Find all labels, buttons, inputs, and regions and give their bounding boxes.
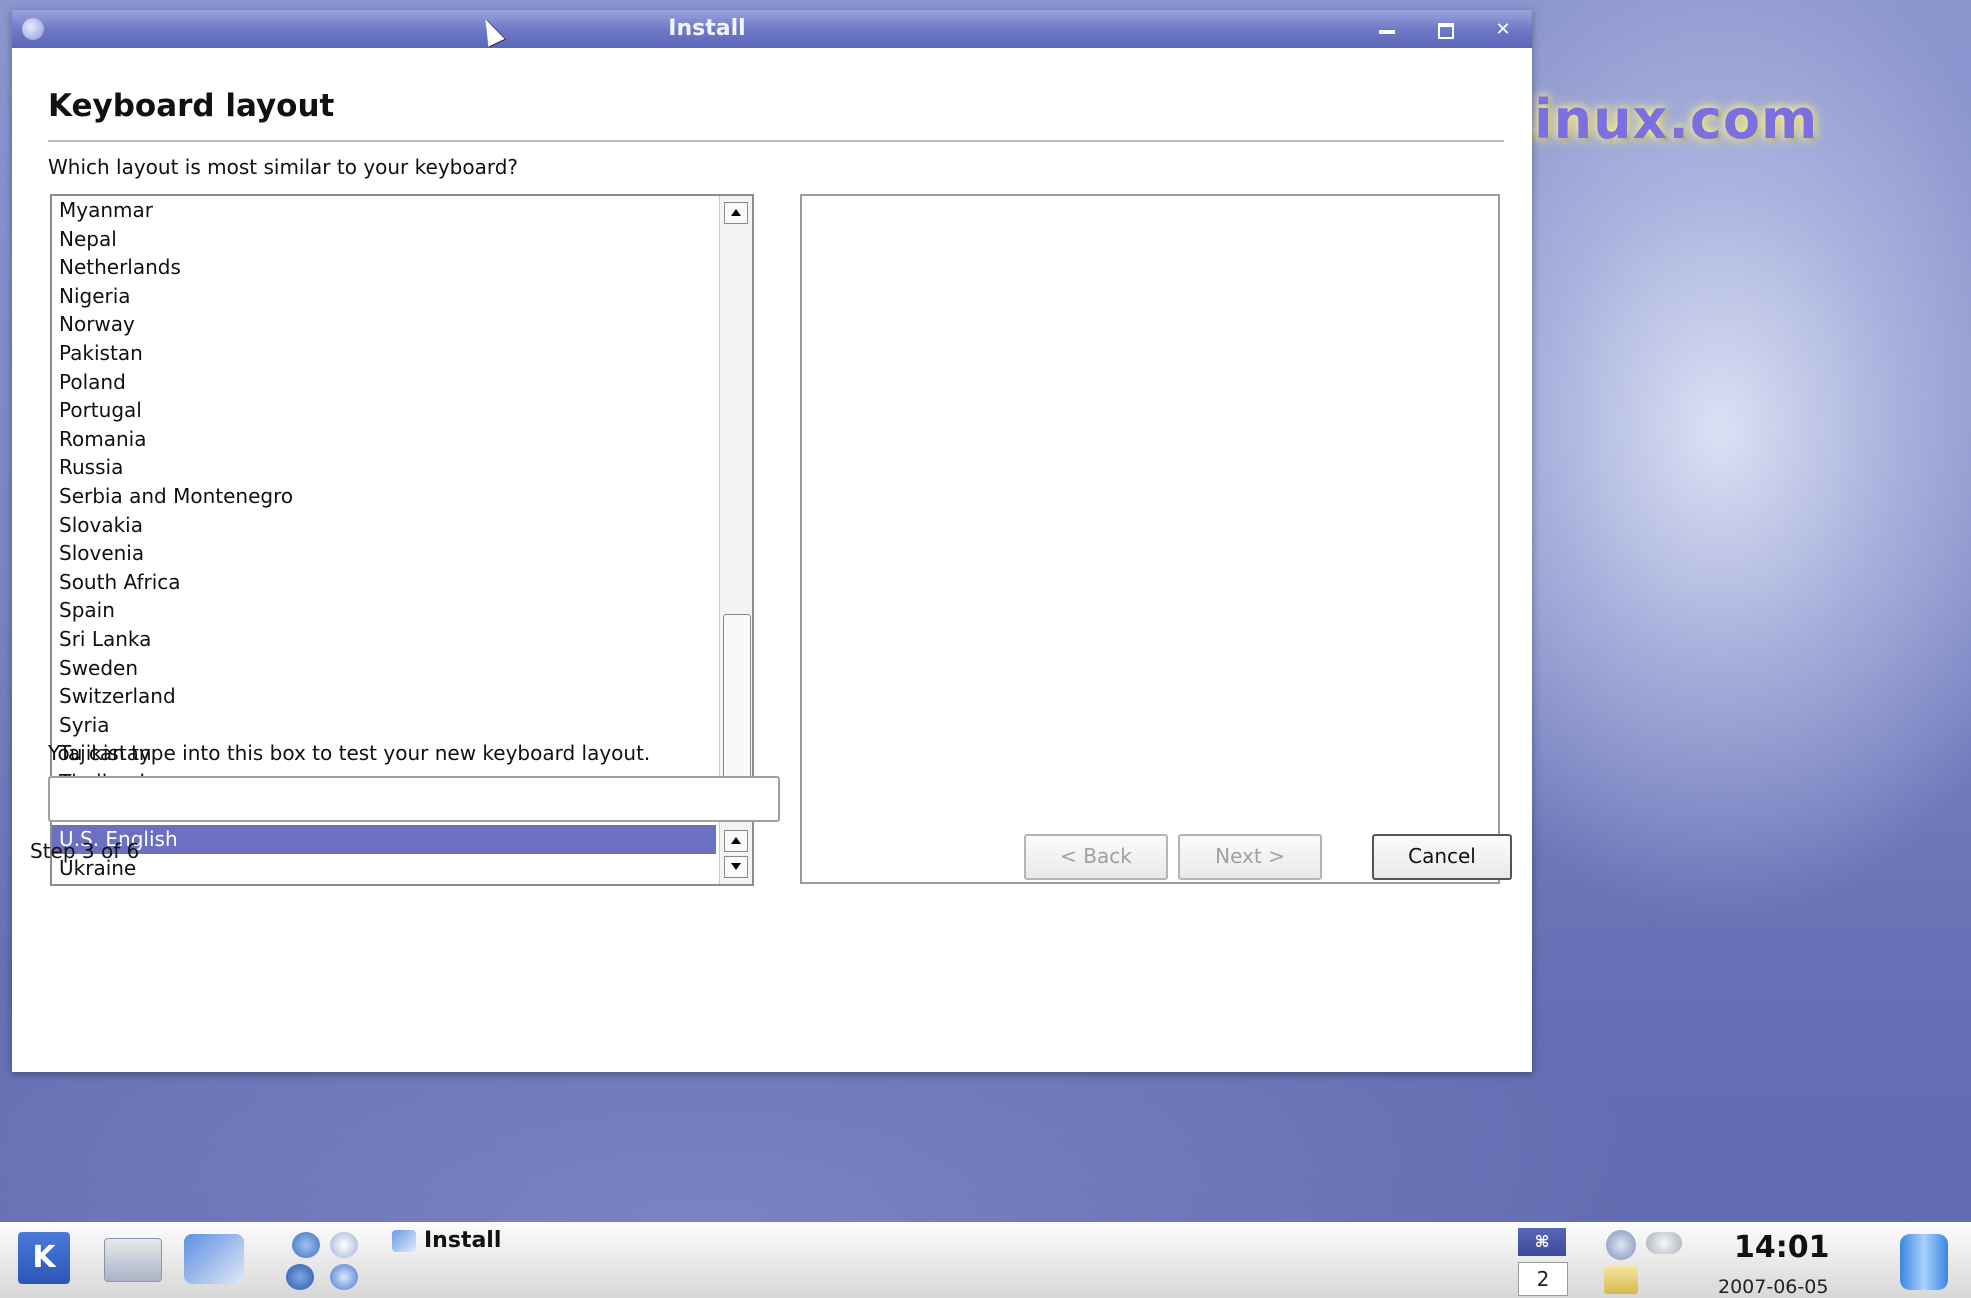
- window-title: Install: [668, 16, 746, 41]
- scroll-up-icon: [731, 209, 741, 216]
- layout-list-item[interactable]: Pakistan: [52, 339, 716, 368]
- variant-list[interactable]: [800, 194, 1500, 884]
- layout-list-item[interactable]: Norway: [52, 310, 716, 339]
- maximize-icon: [1438, 23, 1454, 39]
- close-button[interactable]: ✕: [1488, 19, 1518, 41]
- layout-list-item[interactable]: U.S. English: [52, 825, 716, 854]
- browser-globe-icon[interactable]: [286, 1264, 314, 1290]
- tool-icon[interactable]: [330, 1264, 358, 1290]
- scroll-step-up-button[interactable]: [724, 830, 748, 852]
- layout-list-item[interactable]: Spain: [52, 596, 716, 625]
- layout-list-item[interactable]: Nepal: [52, 225, 716, 254]
- speaker-icon[interactable]: [1606, 1230, 1636, 1260]
- layout-list-item[interactable]: Poland: [52, 368, 716, 397]
- trash-icon[interactable]: [1900, 1234, 1948, 1290]
- layout-list-item[interactable]: Ukraine: [52, 854, 716, 883]
- computer-icon[interactable]: [104, 1238, 162, 1282]
- minimize-icon: [1379, 30, 1395, 34]
- weather-icon[interactable]: [1646, 1232, 1682, 1254]
- layout-list-item[interactable]: Russia: [52, 453, 716, 482]
- scroll-up-icon: [731, 837, 741, 844]
- clock-time[interactable]: 14:01: [1734, 1230, 1830, 1265]
- network-icon[interactable]: [292, 1232, 320, 1258]
- keyboard-test-input[interactable]: [48, 776, 780, 822]
- back-button[interactable]: < Back: [1024, 834, 1168, 880]
- window-titlebar[interactable]: Install ✕: [12, 10, 1532, 48]
- layout-list-item[interactable]: Switzerland: [52, 682, 716, 711]
- cancel-button[interactable]: Cancel: [1372, 834, 1512, 880]
- taskbar-install-task[interactable]: Install: [392, 1228, 501, 1262]
- layout-list-item[interactable]: Myanmar: [52, 196, 716, 225]
- layout-list-item[interactable]: Portugal: [52, 396, 716, 425]
- scroll-thumb[interactable]: [723, 614, 751, 790]
- layout-question: Which layout is most similar to your key…: [48, 155, 519, 179]
- layout-list-item[interactable]: Slovenia: [52, 539, 716, 568]
- install-page: Keyboard layout Which layout is most sim…: [12, 48, 1532, 1072]
- close-icon: ✕: [1495, 19, 1511, 40]
- layout-list-item[interactable]: South Africa: [52, 568, 716, 597]
- install-window: Install ✕ Keyboard layout Which layout i…: [12, 10, 1532, 1072]
- scroll-up-button[interactable]: [724, 202, 748, 224]
- pager-desktop-1[interactable]: ⌘: [1518, 1228, 1566, 1256]
- install-icon[interactable]: [184, 1234, 244, 1284]
- layout-list-item[interactable]: Syria: [52, 711, 716, 740]
- layout-list-item[interactable]: Sweden: [52, 654, 716, 683]
- layout-list-item[interactable]: Netherlands: [52, 253, 716, 282]
- layout-list-item[interactable]: Romania: [52, 425, 716, 454]
- taskbar-install-label: Install: [424, 1228, 502, 1253]
- install-task-icon: [392, 1230, 416, 1252]
- test-box-label: You can type into this box to test your …: [48, 741, 651, 765]
- layout-list-item[interactable]: Nigeria: [52, 282, 716, 311]
- kde-taskbar: K Install ⌘ 2 14:01 2007-06-05: [0, 1222, 1971, 1298]
- layout-list-item[interactable]: Slovakia: [52, 511, 716, 540]
- minimize-button[interactable]: [1372, 19, 1402, 41]
- kde-k-menu-icon[interactable]: K: [18, 1232, 70, 1284]
- title-divider: [48, 140, 1504, 142]
- next-button[interactable]: Next >: [1178, 834, 1322, 880]
- maximize-button[interactable]: [1430, 19, 1460, 41]
- scroll-down-button[interactable]: [724, 856, 748, 878]
- page-title: Keyboard layout: [48, 88, 335, 124]
- pager-desktop-2[interactable]: 2: [1518, 1262, 1568, 1296]
- clock-date[interactable]: 2007-06-05: [1718, 1276, 1828, 1298]
- scroll-down-icon: [731, 863, 741, 870]
- step-indicator: Step 3 of 6: [30, 839, 140, 863]
- layout-list-item[interactable]: Serbia and Montenegro: [52, 482, 716, 511]
- clipboard-icon[interactable]: [1604, 1266, 1638, 1294]
- help-icon[interactable]: [330, 1232, 358, 1258]
- layout-list-item[interactable]: Sri Lanka: [52, 625, 716, 654]
